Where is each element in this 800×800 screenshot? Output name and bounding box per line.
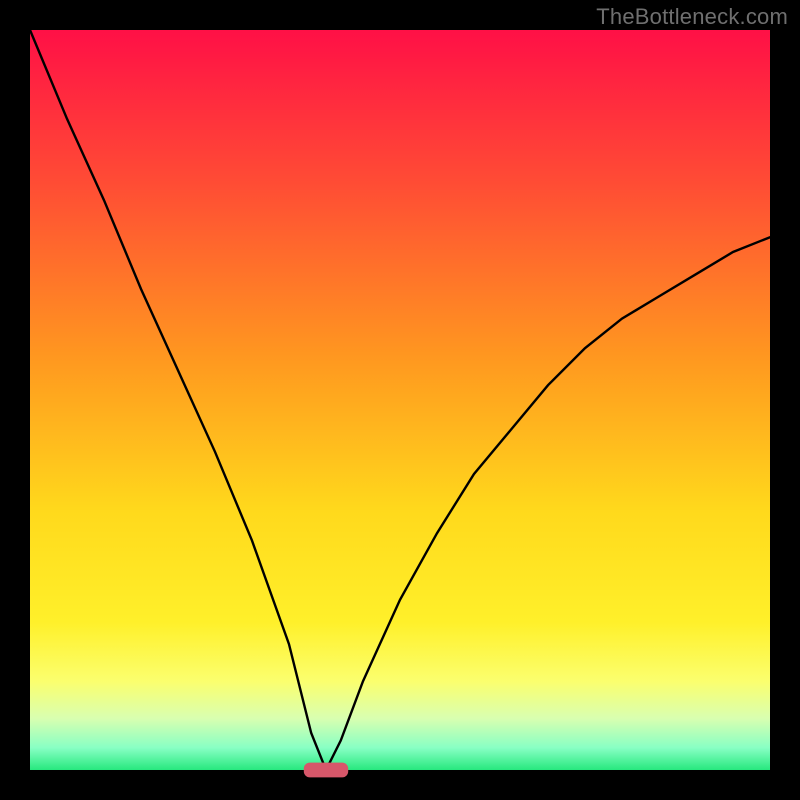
plot-background — [30, 30, 770, 770]
watermark-text: TheBottleneck.com — [596, 4, 788, 30]
min-marker — [304, 763, 348, 778]
bottleneck-chart — [0, 0, 800, 800]
chart-frame: TheBottleneck.com — [0, 0, 800, 800]
